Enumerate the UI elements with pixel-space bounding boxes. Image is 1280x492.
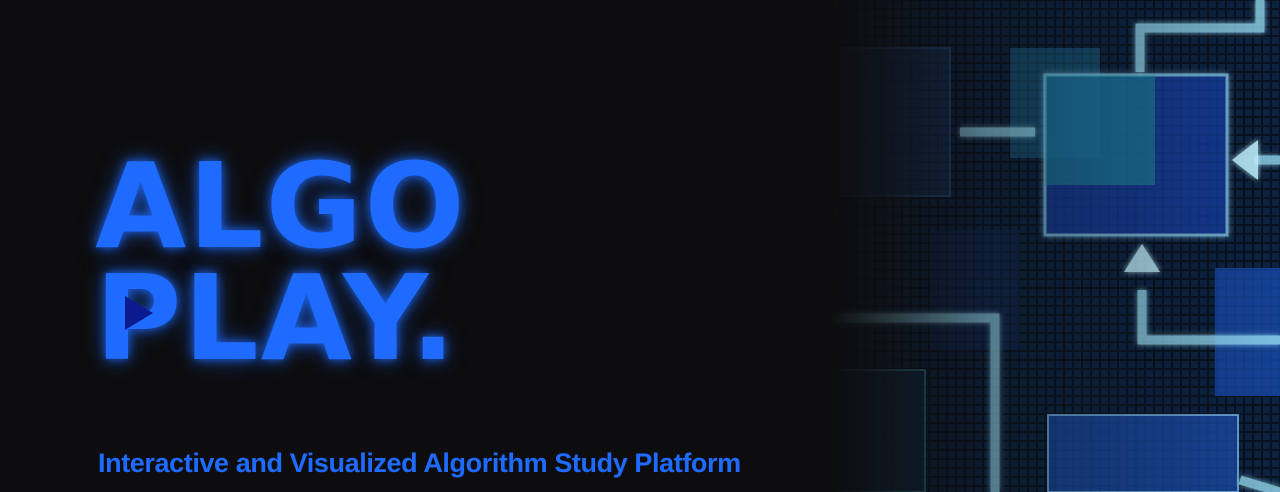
hero-subtitle: Interactive and Visualized Algorithm Stu… xyxy=(98,448,741,478)
fade-overlay xyxy=(830,0,1280,492)
logo-title-line1: ALGO xyxy=(95,137,467,275)
algoplay-logo: ALGO PLAY. xyxy=(95,137,467,377)
play-triangle-icon xyxy=(125,296,153,330)
hero-banner: ALGO PLAY. Interactive and Visualized Al… xyxy=(0,0,1280,492)
logo-title-line2-wrapper: PLAY. xyxy=(95,259,467,377)
flowchart-illustration xyxy=(830,0,1280,492)
